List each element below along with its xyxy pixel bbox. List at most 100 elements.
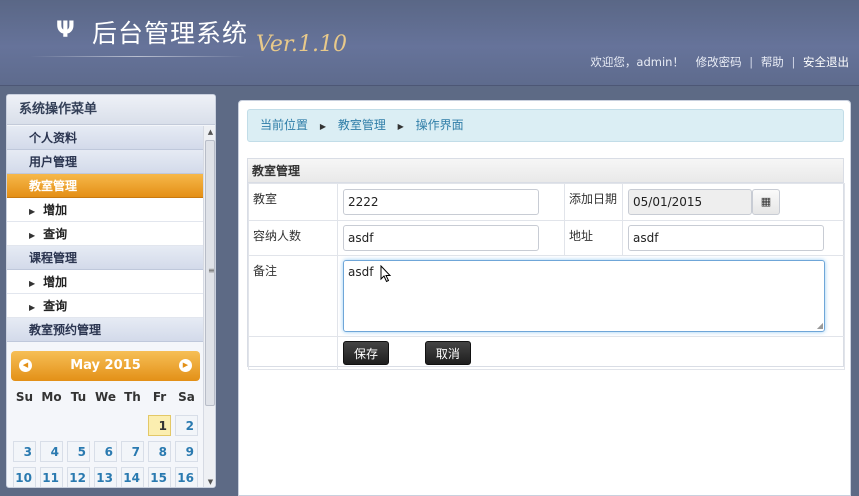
calendar-day-empty: [94, 415, 117, 436]
help-link[interactable]: 帮助: [761, 55, 784, 69]
add-date-input[interactable]: 05/01/2015: [628, 189, 752, 215]
main-panel: 当前位置 ▶ 教室管理 ▶ 操作界面 教室管理 教室 2222 添加日期 05/…: [238, 100, 851, 496]
calendar-day[interactable]: 9: [175, 441, 198, 462]
calendar-day-empty: [67, 415, 90, 436]
breadcrumb-item[interactable]: 当前位置: [260, 118, 308, 132]
form-table: 教室 2222 添加日期 05/01/2015 ▦ 容纳人数 asdf 地址 a…: [248, 183, 845, 370]
calendar-day-empty: [121, 415, 144, 436]
cancel-button[interactable]: 取消: [424, 341, 471, 365]
submenu-item-label: 查询: [43, 299, 68, 313]
sidebar: 系统操作菜单 个人资料 用户管理 教室管理 ▶ 增加 ▶ 查询 课程管理 ▶ 增加 ▶…: [6, 94, 216, 488]
breadcrumb-item[interactable]: 教室管理: [338, 118, 386, 132]
submenu-item-label: 增加: [43, 275, 68, 289]
menu-item-course-management[interactable]: 课程管理: [7, 246, 203, 270]
triangle-right-icon: ▶: [29, 207, 36, 216]
calendar-day[interactable]: 7: [121, 441, 144, 462]
submenu-item-course-add[interactable]: ▶ 增加: [7, 270, 203, 294]
menu-item-label: 教室管理: [29, 179, 78, 193]
app-header: Ψ 后台管理系统 Ver.1.10 欢迎您，admin！ 修改密码 | 帮助 |…: [0, 0, 859, 86]
menu-item-label: 教室预约管理: [29, 323, 102, 337]
calendar-day[interactable]: 3: [13, 441, 36, 462]
calendar-day-today[interactable]: 1: [148, 415, 171, 436]
sidebar-scrollbar[interactable]: ▲ ≡ ▼: [203, 126, 215, 487]
submenu-item-classroom-query[interactable]: ▶ 查询: [7, 222, 203, 246]
calendar-day[interactable]: 5: [67, 441, 90, 462]
submenu-item-classroom-add[interactable]: ▶ 增加: [7, 198, 203, 222]
calendar-day-empty: [13, 415, 36, 436]
scroll-up-icon[interactable]: ▲: [204, 126, 215, 138]
menu-item-label: 个人资料: [29, 131, 78, 145]
grip-icon: ≡: [208, 266, 215, 275]
weekday-label: We: [95, 390, 116, 404]
add-date-label: 添加日期: [564, 183, 623, 221]
scroll-down-icon[interactable]: ▼: [204, 476, 215, 487]
calendar-day[interactable]: 2: [175, 415, 198, 436]
calendar-day[interactable]: 11: [40, 467, 63, 487]
calendar-day[interactable]: 13: [94, 467, 117, 487]
app-title: 后台管理系统: [92, 19, 249, 48]
calendar-week-row: 1 2: [11, 413, 200, 439]
weekday-label: Sa: [178, 390, 195, 404]
capacity-input[interactable]: asdf: [343, 225, 539, 251]
calendar-day[interactable]: 12: [67, 467, 90, 487]
chevron-left-icon[interactable]: ◀: [19, 359, 32, 372]
address-input[interactable]: asdf: [628, 225, 824, 251]
mini-calendar: ◀ May 2015 ▶ Su Mo Tu We Th Fr Sa 1 2 3 …: [11, 351, 200, 487]
note-label: 备注: [248, 255, 338, 337]
note-text: asdf: [348, 265, 374, 279]
welcome-text: 欢迎您，admin！: [590, 55, 684, 69]
psi-logo-icon: Ψ: [56, 18, 75, 43]
menu-item-classroom-management[interactable]: 教室管理: [7, 174, 203, 198]
resize-handle-icon[interactable]: ◢: [817, 321, 823, 330]
triangle-right-icon: ▶: [29, 303, 36, 312]
triangle-right-icon: ▶: [319, 122, 326, 131]
breadcrumb-item[interactable]: 操作界面: [416, 118, 464, 132]
calendar-week-row: 10 11 12 13 14 15 16: [11, 465, 200, 487]
classroom-label: 教室: [248, 183, 338, 221]
weekday-label: Th: [124, 390, 141, 404]
calendar-grid: Su Mo Tu We Th Fr Sa 1 2 3 4 5 6 7 8 9 1…: [11, 387, 200, 487]
calendar-day[interactable]: 6: [94, 441, 117, 462]
calendar-day[interactable]: 16: [175, 467, 198, 487]
form-title: 教室管理: [248, 159, 843, 183]
date-picker: 05/01/2015 ▦: [628, 189, 839, 215]
logout-link[interactable]: 安全退出: [803, 55, 849, 69]
menu-item-reservation-management[interactable]: 教室预约管理: [7, 318, 203, 342]
calendar-day[interactable]: 10: [13, 467, 36, 487]
calendar-day[interactable]: 14: [121, 467, 144, 487]
classroom-input[interactable]: 2222: [343, 189, 539, 215]
button-row-spacer: [248, 336, 338, 370]
weekday-label: Mo: [41, 390, 62, 404]
nav-separator: |: [749, 55, 754, 69]
weekday-label: Su: [15, 390, 34, 404]
address-label: 地址: [564, 220, 623, 256]
chevron-right-icon[interactable]: ▶: [179, 359, 192, 372]
sidebar-menu: 个人资料 用户管理 教室管理 ▶ 增加 ▶ 查询 课程管理 ▶ 增加 ▶ 查询 教室预约…: [7, 126, 203, 342]
weekday-label: Tu: [70, 390, 87, 404]
menu-item-label: 课程管理: [29, 251, 78, 265]
classroom-form: 教室管理 教室 2222 添加日期 05/01/2015 ▦ 容纳人数 asdf…: [247, 158, 845, 370]
calendar-month-label: May 2015: [70, 358, 141, 373]
calendar-day[interactable]: 15: [148, 467, 171, 487]
version-label: Ver.1.10: [256, 32, 347, 57]
triangle-right-icon: ▶: [397, 122, 404, 131]
cursor-pointer-icon: [380, 265, 392, 283]
calendar-weekday-row: Su Mo Tu We Th Fr Sa: [11, 387, 200, 413]
scrollbar-thumb[interactable]: ≡: [205, 140, 215, 406]
title-underline: [30, 56, 245, 57]
calendar-day[interactable]: 4: [40, 441, 63, 462]
note-textarea[interactable]: asdf ◢: [343, 260, 825, 332]
calendar-day[interactable]: 8: [148, 441, 171, 462]
submenu-item-course-query[interactable]: ▶ 查询: [7, 294, 203, 318]
calendar-day-empty: [40, 415, 63, 436]
menu-item-profile[interactable]: 个人资料: [7, 126, 203, 150]
calendar-week-row: 3 4 5 6 7 8 9: [11, 439, 200, 465]
menu-item-user-management[interactable]: 用户管理: [7, 150, 203, 174]
save-button[interactable]: 保存: [343, 341, 390, 365]
change-password-link[interactable]: 修改密码: [696, 55, 742, 69]
calendar-icon[interactable]: ▦: [752, 189, 780, 215]
nav-separator: |: [791, 55, 796, 69]
sidebar-title: 系统操作菜单: [7, 95, 215, 125]
calendar-header: ◀ May 2015 ▶: [11, 351, 200, 381]
submenu-item-label: 查询: [43, 227, 68, 241]
